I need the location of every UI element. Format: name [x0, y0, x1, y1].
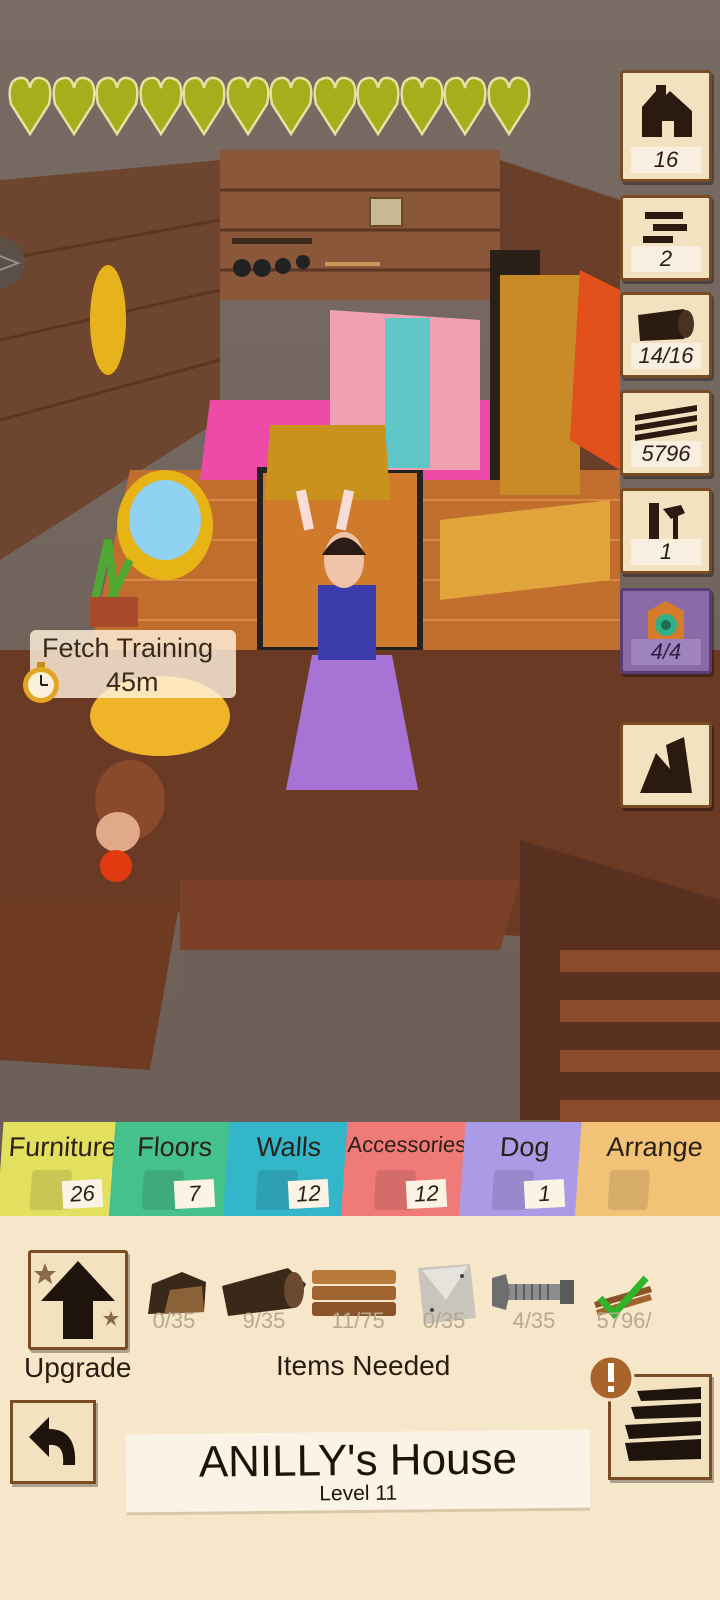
- upgrade-label: Upgrade: [24, 1352, 132, 1383]
- tab-walls[interactable]: Walls 12: [222, 1122, 352, 1222]
- heart-icon: [138, 76, 183, 137]
- view-toggle-icon[interactable]: [0, 238, 26, 288]
- tab-floors[interactable]: Floors 7: [108, 1122, 238, 1222]
- stopwatch-icon: [23, 662, 59, 703]
- tab-count-badge: 7: [173, 1178, 216, 1210]
- items-needed-label: Items Needed: [276, 1350, 451, 1381]
- plank-stack-icon: [643, 212, 687, 243]
- workers-button[interactable]: 1: [620, 488, 712, 574]
- heart-icon: [95, 76, 139, 137]
- back-button[interactable]: [10, 1400, 96, 1484]
- rug-count: 4/4: [631, 639, 701, 665]
- heart-icon: [312, 76, 357, 137]
- planks-icon: [635, 405, 697, 441]
- tab-furniture[interactable]: Furniture 26: [0, 1122, 126, 1222]
- training-title: Fetch Training: [42, 633, 214, 663]
- blueprint-button[interactable]: 2: [620, 195, 712, 281]
- game-scene[interactable]: 16 2 14/16 5796 1 4/4 Fetch Training 45m: [0, 0, 720, 1150]
- house-level: Level 11: [319, 1481, 398, 1506]
- tab-label: Furniture: [7, 1132, 118, 1162]
- material-count-bolt: 4/35: [512, 1308, 556, 1333]
- cliff-button[interactable]: [620, 722, 712, 808]
- alert-icon: [587, 1354, 635, 1402]
- material-count-wood: 5796/: [596, 1308, 652, 1333]
- logs-count: 14/16: [631, 343, 701, 369]
- heart-icon: [269, 76, 313, 137]
- tab-label: Floors: [136, 1132, 214, 1162]
- heart-icon: [225, 76, 270, 137]
- tab-label: Arrange: [605, 1132, 704, 1162]
- tab-category-icon: [607, 1170, 651, 1210]
- tab-count-badge: 12: [287, 1178, 330, 1210]
- house-count-button[interactable]: 16: [620, 70, 712, 182]
- heart-icon: [8, 76, 52, 137]
- tab-accessories[interactable]: Accessories 12: [340, 1122, 470, 1222]
- planks-count: 5796: [631, 441, 701, 467]
- tab-label: Dog: [498, 1132, 551, 1162]
- heart-icon: [443, 76, 487, 137]
- heart-icon: [182, 76, 226, 137]
- house-scene-art: [0, 150, 720, 1150]
- house-title-card: ANILLY's House Level 11: [125, 1429, 591, 1516]
- category-tabs: Furniture 26 Floors 7 Walls 12 Accessories 12 Do…: [0, 1122, 720, 1222]
- tab-arrange[interactable]: Arrange: [574, 1122, 720, 1222]
- material-count-stone: 0/35: [152, 1308, 196, 1333]
- material-count-log: 9/35: [242, 1308, 286, 1333]
- heart-icon: [399, 76, 444, 137]
- tab-label: Accessories: [346, 1132, 468, 1157]
- upgrade-button[interactable]: [28, 1250, 128, 1350]
- log-icon: [638, 309, 694, 341]
- house-icon: [642, 85, 692, 137]
- rug-icon: [648, 601, 684, 639]
- heart-icon: [486, 76, 531, 137]
- tab-dog[interactable]: Dog 1: [458, 1122, 588, 1222]
- tab-count-badge: 12: [405, 1178, 448, 1210]
- material-count-metal: 0/35: [422, 1308, 466, 1333]
- rug-button[interactable]: 4/4: [620, 588, 712, 674]
- back-arrow-icon: [29, 1417, 76, 1465]
- tab-count-badge: 1: [523, 1178, 566, 1210]
- up-arrow-icon: [34, 1261, 119, 1339]
- logs-button[interactable]: 14/16: [620, 292, 712, 378]
- training-time: 45m: [106, 667, 159, 697]
- house-count: 16: [631, 147, 701, 173]
- health-hearts: [8, 74, 531, 140]
- heart-icon: [51, 76, 96, 137]
- workers-count: 1: [631, 539, 701, 565]
- tab-label: Walls: [255, 1132, 323, 1162]
- heart-icon: [356, 76, 400, 137]
- tab-count-badge: 26: [61, 1178, 104, 1210]
- material-count-planks: 11/75: [331, 1308, 385, 1333]
- planks-button[interactable]: 5796: [620, 390, 712, 476]
- blueprint-count: 2: [631, 246, 701, 272]
- cliff-icon: [640, 737, 692, 793]
